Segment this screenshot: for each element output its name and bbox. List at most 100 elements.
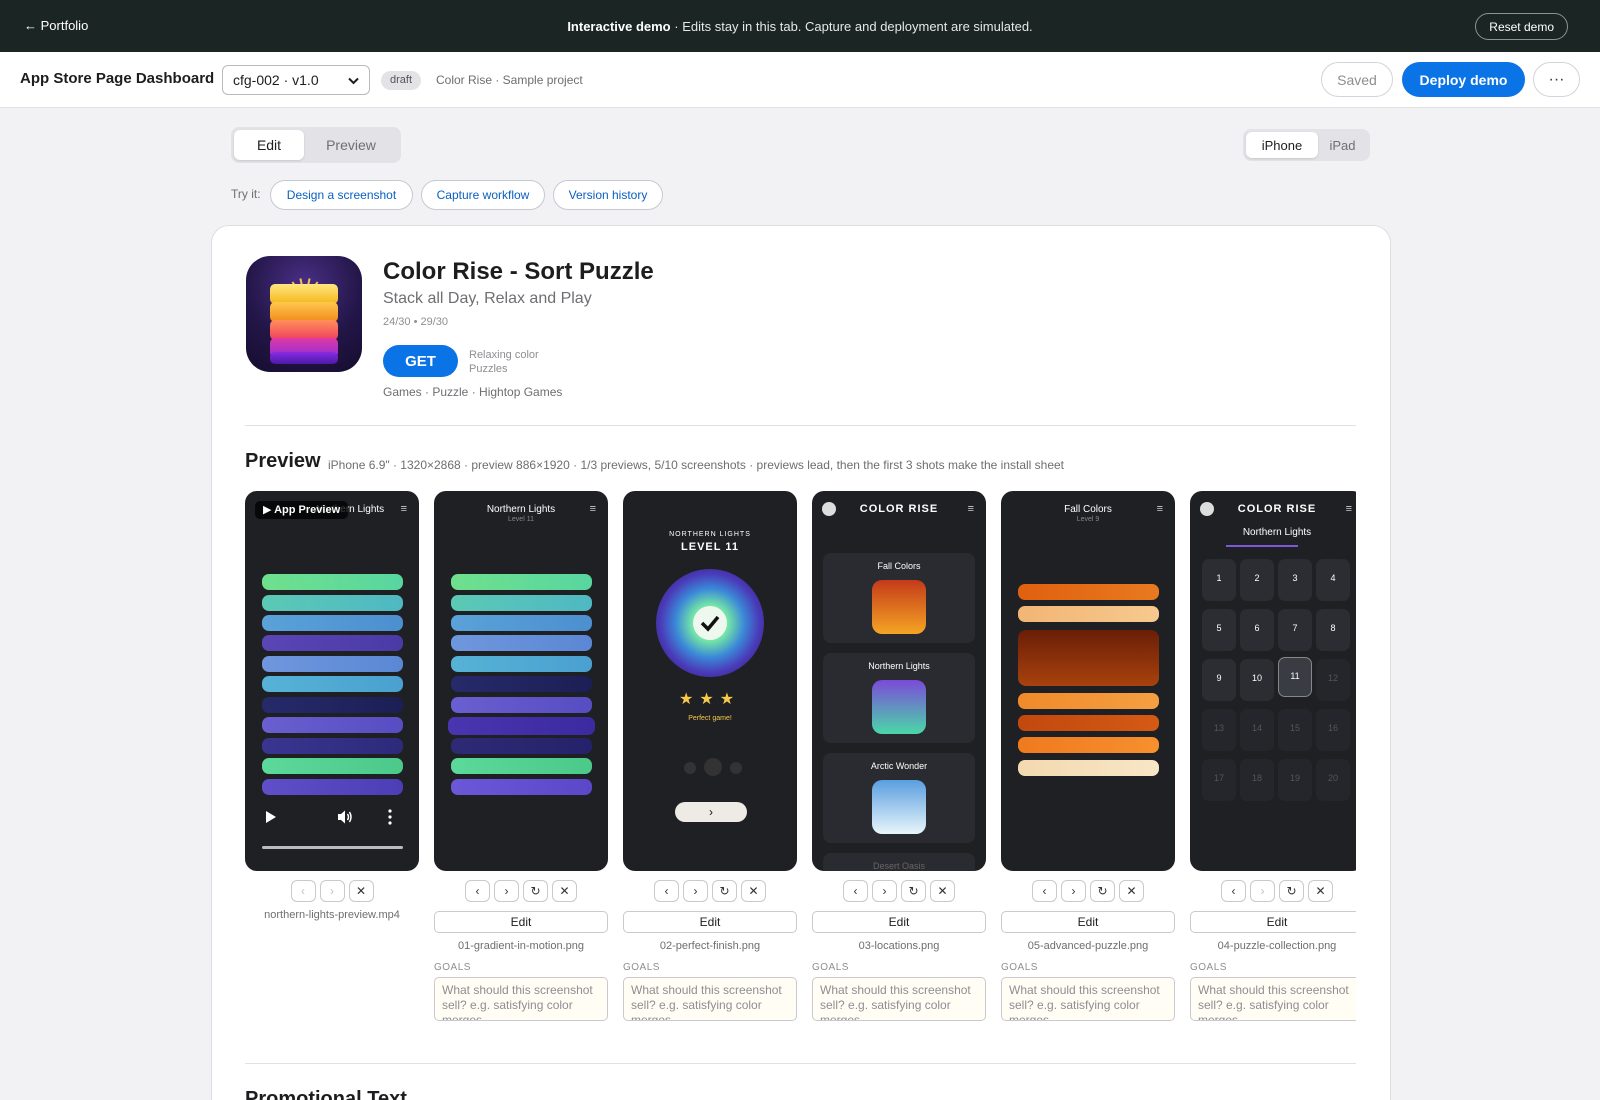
move-left-button[interactable]: ‹ [654,880,679,902]
phone-header-text: Northern Lights [486,504,556,515]
reset-demo-button[interactable]: Reset demo [1475,13,1568,40]
app-title[interactable]: Color Rise - Sort Puzzle [383,258,654,286]
remove-button[interactable]: ✕ [930,880,955,902]
remove-button[interactable]: ✕ [1119,880,1144,902]
level-text: LEVEL 11 [681,541,739,553]
remove-button[interactable]: ✕ [552,880,577,902]
menu-icon: ≡ [1156,503,1163,515]
replace-button[interactable]: ↻ [901,880,926,902]
config-select[interactable]: cfg-002 · v1.0 [222,65,370,95]
video-progress-bar[interactable] [262,846,403,849]
more-options-button[interactable]: ··· [1533,62,1580,97]
file-name: 05-advanced-puzzle.png [1027,940,1149,952]
get-button[interactable]: GET [383,345,458,377]
preview-section-title: Preview [245,450,321,472]
move-right-button[interactable]: › [1250,880,1275,902]
get-hint: Relaxing color Puzzles [469,349,539,375]
device-ipad[interactable]: iPad [1318,132,1367,158]
logo-text: COLOR RISE [859,503,939,515]
volume-icon[interactable] [337,809,353,830]
screenshot-thumbnail[interactable]: Fall Colors Level 9 ≡ [1001,491,1175,871]
more-vertical-icon[interactable] [388,809,392,830]
play-icon[interactable] [265,810,277,829]
demo-message-bold: Interactive demo [567,19,671,34]
deploy-demo-button[interactable]: Deploy demo [1402,62,1525,97]
screenshot-controls: ‹ › ✕ [245,880,419,902]
remove-button[interactable]: ✕ [1308,880,1333,902]
screenshot-thumbnail[interactable]: COLOR RISE ≡ Northern Lights 1 2 3 4 5 6… [1190,491,1356,871]
move-left-button[interactable]: ‹ [1221,880,1246,902]
app-preview-badge: ▶ App Preview [255,501,349,519]
demo-message: Interactive demo · Edits stay in this ta… [0,19,1600,34]
move-left-button[interactable]: ‹ [1032,880,1057,902]
move-left-button[interactable]: ‹ [465,880,490,902]
screenshot-strip[interactable]: Northern Lights ≡ ▶ App Preview ‹ › ✕ no… [245,491,1356,1031]
goals-input[interactable]: What should this screenshot sell? e.g. s… [623,977,797,1021]
edit-screenshot-button[interactable]: Edit [1190,911,1356,933]
project-name: Color Rise · Sample project [436,73,583,87]
device-iphone[interactable]: iPhone [1246,132,1318,158]
replace-button[interactable]: ↻ [1090,880,1115,902]
edit-screenshot-button[interactable]: Edit [623,911,797,933]
phone-sub-text: Level 9 [1076,516,1100,523]
location-name: Fall Colors [877,561,921,571]
goals-input[interactable]: What should this screenshot sell? e.g. s… [812,977,986,1021]
phone-header-text: Fall Colors [1064,504,1112,515]
chip-design-screenshot[interactable]: Design a screenshot [270,180,413,210]
config-select-value: cfg-002 · v1.0 [233,72,319,88]
goals-label: GOALS [812,962,849,973]
remove-button[interactable]: ✕ [348,880,374,902]
tab-edit[interactable]: Edit [234,130,304,160]
mode-toggle: Edit Preview [231,127,401,163]
divider [245,1063,1356,1064]
divider [245,425,1356,426]
screenshot-thumbnail[interactable]: NORTHERN LIGHTS LEVEL 11 ★★★ Perfect gam… [623,491,797,871]
file-name: 01-gradient-in-motion.png [458,940,584,952]
move-right-button[interactable]: › [494,880,519,902]
page-title: App Store Page Dashboard [20,70,215,87]
chip-capture-workflow[interactable]: Capture workflow [421,180,545,210]
app-header: App Store Page Dashboard cfg-002 · v1.0 … [0,52,1600,108]
screenshot-controls: ‹ › ↻ ✕ [812,880,986,902]
screenshot-thumbnail[interactable]: COLOR RISE ≡ Fall Colors Northern Lights… [812,491,986,871]
screenshot-thumbnail[interactable]: Northern Lights Level 11 ≡ [434,491,608,871]
device-toggle: iPhone iPad [1243,129,1370,161]
video-preview-thumbnail[interactable]: Northern Lights ≡ ▶ App Preview [245,491,419,871]
demo-message-text: · Edits stay in this tab. Capture and de… [670,19,1033,34]
move-left-button[interactable]: ‹ [290,880,316,902]
move-right-button[interactable]: › [319,880,345,902]
edit-screenshot-button[interactable]: Edit [434,911,608,933]
screenshot-controls: ‹ › ↻ ✕ [434,880,608,902]
move-right-button[interactable]: › [1061,880,1086,902]
stars-icon: ★★★ [679,691,741,708]
goals-label: GOALS [1001,962,1038,973]
app-subtitle[interactable]: Stack all Day, Relax and Play [383,290,592,308]
move-right-button[interactable]: › [872,880,897,902]
try-it-label: Try it: [231,187,261,201]
phone-header-text: Northern Lights [1242,527,1312,538]
goals-input[interactable]: What should this screenshot sell? e.g. s… [434,977,608,1021]
replace-button[interactable]: ↻ [1279,880,1304,902]
move-left-button[interactable]: ‹ [843,880,868,902]
character-counts: 24/30 • 29/30 [383,316,449,328]
preview-meta: iPhone 6.9" · 1320×2868 · preview 886×19… [328,458,1065,472]
edit-screenshot-button[interactable]: Edit [1001,911,1175,933]
goals-input[interactable]: What should this screenshot sell? e.g. s… [1001,977,1175,1021]
edit-screenshot-button[interactable]: Edit [812,911,986,933]
screenshot-controls: ‹ › ↻ ✕ [1190,880,1356,902]
goals-label: GOALS [1190,962,1227,973]
goals-label: GOALS [623,962,660,973]
screenshot-controls: ‹ › ↻ ✕ [623,880,797,902]
chip-version-history[interactable]: Version history [553,180,663,210]
goals-input[interactable]: What should this screenshot sell? e.g. s… [1190,977,1356,1021]
menu-icon: ≡ [400,503,407,515]
tab-preview[interactable]: Preview [304,130,398,160]
move-right-button[interactable]: › [683,880,708,902]
remove-button[interactable]: ✕ [741,880,766,902]
replace-button[interactable]: ↻ [712,880,737,902]
saved-button[interactable]: Saved [1321,62,1393,97]
chevron-down-icon [348,72,359,88]
menu-icon: ≡ [967,503,974,515]
replace-button[interactable]: ↻ [523,880,548,902]
goals-label: GOALS [434,962,471,973]
